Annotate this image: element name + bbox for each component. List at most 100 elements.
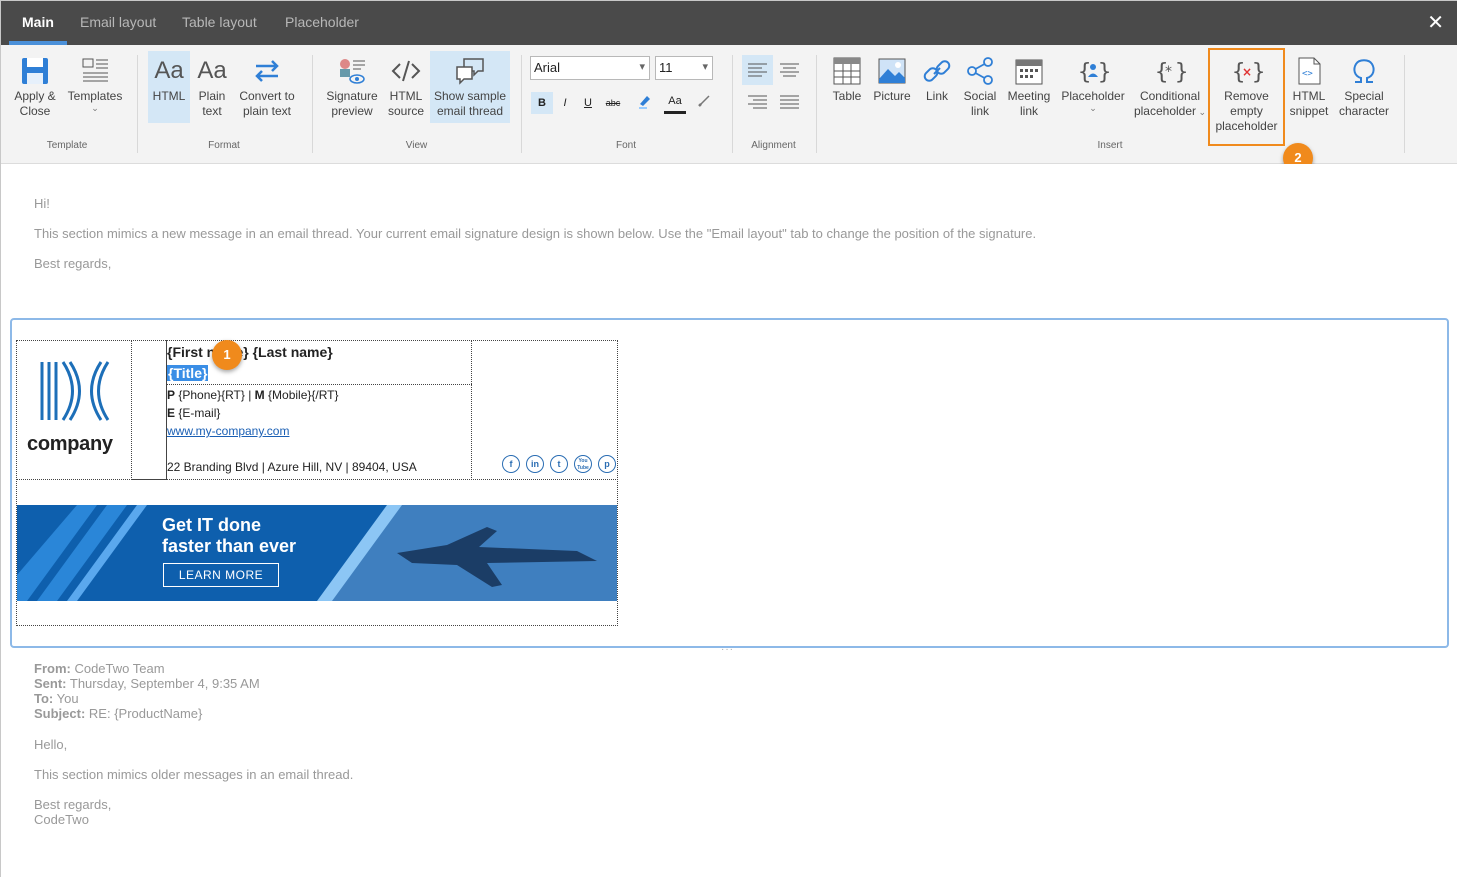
picture-label: Picture xyxy=(873,89,911,103)
calendar-icon xyxy=(1015,59,1043,85)
chevron-down-icon: ⌄ xyxy=(91,103,99,113)
remove-label: Remove xyxy=(1224,89,1269,103)
tab-bar: Main Email layout Table layout Placehold… xyxy=(1,1,1457,45)
italic-button[interactable]: I xyxy=(554,92,576,114)
bold-button[interactable]: B xyxy=(531,92,553,114)
learn-more-button[interactable]: LEARN MORE xyxy=(163,563,279,587)
plain-text-button[interactable]: Aa Plain text xyxy=(194,55,230,125)
align-left-icon xyxy=(748,63,767,77)
align-center-icon xyxy=(780,63,799,77)
chevron-down-icon: ▾ xyxy=(639,61,645,73)
sig-title-placeholder[interactable]: {Title} xyxy=(167,365,209,381)
to-label: To: xyxy=(34,691,54,706)
remove-placeholder-icon: {}× xyxy=(1232,60,1263,85)
insert-link-button[interactable]: Link xyxy=(919,55,955,125)
thread-subject: Subject: RE: {ProductName} xyxy=(34,706,202,721)
insert-html-snippet-button[interactable]: <> HTML snippet xyxy=(1287,55,1331,125)
tab-email-layout[interactable]: Email layout xyxy=(80,14,156,30)
logo-text: company xyxy=(27,433,113,455)
templates-button[interactable]: Templates ⌄ xyxy=(67,55,123,125)
signature-preview-button[interactable]: Signature preview xyxy=(323,55,381,125)
underline-button[interactable]: U xyxy=(577,92,599,114)
phone-placeholder: {Phone}{RT} xyxy=(178,388,245,402)
insert-social-link-button[interactable]: Social link xyxy=(961,55,999,125)
convert-plain-text-button[interactable]: Convert to plain text xyxy=(237,55,297,125)
alignment-buttons xyxy=(742,55,805,117)
thread-to: To: You xyxy=(34,691,79,706)
sig-phone-line[interactable]: P {Phone}{RT} | M {Mobile}{/RT} xyxy=(167,388,339,402)
font-size-select[interactable]: 11 ▾ xyxy=(655,56,713,80)
align-right-button[interactable] xyxy=(742,87,773,117)
align-center-button[interactable] xyxy=(774,55,805,85)
placeholder-label: Placeholder xyxy=(1061,89,1125,103)
plain-text-label-2: text xyxy=(202,104,222,118)
apply-close-button[interactable]: Apply & Close xyxy=(11,55,59,125)
from-label: From: xyxy=(34,661,71,676)
strikethrough-button[interactable]: abc xyxy=(602,92,624,114)
insert-picture-button[interactable]: Picture xyxy=(871,55,913,125)
sig-email-line[interactable]: E {E-mail} xyxy=(167,406,220,420)
tab-table-layout[interactable]: Table layout xyxy=(182,14,257,30)
align-left-button[interactable] xyxy=(742,55,773,85)
svg-text:}: } xyxy=(1252,60,1263,85)
youtube-icon[interactable]: You Tube xyxy=(574,455,592,473)
show-sample-thread-button[interactable]: Show sample email thread xyxy=(430,51,510,123)
tab-placeholder[interactable]: Placeholder xyxy=(285,14,359,30)
phone-label: P xyxy=(167,388,176,402)
templates-icon xyxy=(82,58,108,82)
insert-meeting-link-button[interactable]: Meeting link xyxy=(1005,55,1053,125)
font-color-icon[interactable]: Aa xyxy=(664,92,686,114)
mobile-placeholder: {Mobile}{/RT} xyxy=(268,388,339,402)
insert-placeholder-button[interactable]: {} Placeholder ⌄ xyxy=(1059,55,1127,125)
font-family-select[interactable]: Arial ▾ xyxy=(530,56,650,80)
plain-aa-icon: Aa xyxy=(197,57,227,84)
plain-text-label: Plain xyxy=(198,89,226,103)
insert-conditional-placeholder-button[interactable]: {}* Conditional placeholder ⌄ xyxy=(1133,55,1207,125)
linkedin-icon[interactable]: in xyxy=(526,455,544,473)
banner-image[interactable]: Get IT done faster than ever LEARN MORE xyxy=(17,505,617,601)
insert-special-character-button[interactable]: Special character xyxy=(1335,55,1393,125)
banner-headline: Get IT done faster than ever xyxy=(162,515,296,557)
conditional-placeholder-icon: {}* xyxy=(1155,60,1186,85)
close-icon[interactable]: ✕ xyxy=(1427,13,1444,33)
group-divider xyxy=(1404,55,1405,153)
remove-empty-placeholder-button[interactable]: {}× Remove empty placeholder xyxy=(1208,48,1285,146)
sig-preview-label-2: preview xyxy=(331,104,373,118)
align-justify-button[interactable] xyxy=(774,87,805,117)
html-format-label: HTML xyxy=(152,89,186,103)
group-label-template: Template xyxy=(46,140,88,151)
table-label: Table xyxy=(832,89,862,103)
subject-label: Subject: xyxy=(34,706,86,721)
table-icon xyxy=(833,57,861,85)
thread-from: From: CodeTwo Team xyxy=(34,661,165,676)
facebook-icon[interactable]: f xyxy=(502,455,520,473)
sig-name-placeholder[interactable]: {First name} {Last name} xyxy=(167,344,333,360)
highlight-icon[interactable] xyxy=(634,92,656,114)
twitter-icon[interactable]: t xyxy=(550,455,568,473)
meeting-label-2: link xyxy=(1019,104,1038,118)
thread-signoff: CodeTwo xyxy=(34,812,89,827)
html-source-button[interactable]: HTML source xyxy=(386,55,426,125)
tab-main[interactable]: Main xyxy=(22,14,54,30)
apply-close-label: Apply & xyxy=(14,89,56,103)
insert-table-button[interactable]: Table xyxy=(827,55,867,125)
eraser-icon[interactable] xyxy=(694,92,716,114)
align-right-icon xyxy=(748,95,767,109)
pinterest-icon[interactable]: p xyxy=(598,455,616,473)
logo-cell[interactable]: company xyxy=(16,340,132,480)
show-sample-label: Show sample xyxy=(433,89,507,103)
meeting-label: Meeting xyxy=(1007,89,1051,103)
group-label-font: Font xyxy=(615,140,636,151)
svg-text:<>: <> xyxy=(1302,69,1313,79)
code-icon xyxy=(391,60,421,82)
convert-arrows-icon xyxy=(255,60,279,82)
picture-icon xyxy=(878,58,906,84)
sig-website-link[interactable]: www.my-company.com xyxy=(167,424,289,438)
resize-handle[interactable]: ··· xyxy=(721,644,734,655)
sig-address[interactable]: 22 Branding Blvd | Azure Hill, NV | 8940… xyxy=(167,460,417,474)
to-value: You xyxy=(53,691,79,706)
mobile-label: M xyxy=(254,388,265,402)
html-format-button[interactable]: Aa HTML xyxy=(148,51,190,123)
signature-preview-icon xyxy=(340,59,365,84)
format-aa-icon: Aa xyxy=(154,57,184,84)
